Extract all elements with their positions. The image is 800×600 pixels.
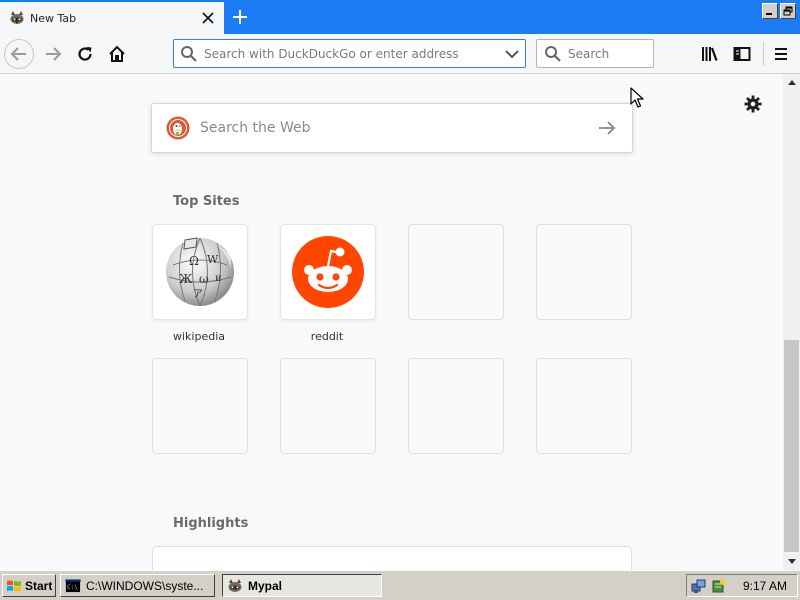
top-sites-heading: Top Sites xyxy=(173,194,240,209)
svg-text:и: и xyxy=(215,273,222,284)
taskbar-item-mypal[interactable]: Mypal xyxy=(222,574,382,597)
top-site-tile-reddit[interactable] xyxy=(280,224,376,320)
navigation-toolbar xyxy=(0,34,800,74)
taskbar: Start C:\ C:\WINDOWS\syste... Mypal 9:17 xyxy=(0,570,800,600)
windows-logo-icon xyxy=(7,580,21,591)
system-tray: 9:17 AM xyxy=(686,574,798,597)
mypal-raccoon-icon xyxy=(228,578,242,592)
taskbar-item-label: C:\WINDOWS\syste... xyxy=(86,578,204,593)
svg-text:ω: ω xyxy=(199,272,209,286)
network-icon[interactable] xyxy=(691,578,707,594)
toolbar-divider xyxy=(763,42,764,66)
title-bar: New Tab xyxy=(0,0,800,34)
url-dropdown-button[interactable] xyxy=(499,40,525,67)
svg-text:Ω: Ω xyxy=(189,254,199,268)
chevron-down-icon xyxy=(505,49,519,58)
url-input[interactable] xyxy=(204,46,499,61)
back-icon xyxy=(10,47,26,61)
triangle-up-icon xyxy=(787,80,796,85)
svg-text:ア: ア xyxy=(193,289,203,300)
triangle-down-icon xyxy=(787,559,796,564)
svg-text:Ж: Ж xyxy=(179,272,193,286)
restore-button[interactable] xyxy=(780,3,796,19)
page-scrollbar[interactable] xyxy=(783,74,800,570)
top-site-label: wikipedia xyxy=(172,330,225,343)
scroll-up-button[interactable] xyxy=(783,74,800,91)
web-search-input[interactable] xyxy=(200,120,590,136)
menu-icon xyxy=(775,48,787,60)
search-input[interactable] xyxy=(568,46,653,61)
restore-icon xyxy=(783,6,793,16)
taskbar-item-label: Mypal xyxy=(248,578,283,593)
top-site-tile-wikipedia[interactable]: Ω W Ж ω и ア xyxy=(152,224,248,320)
top-site-tile-empty[interactable] xyxy=(536,358,632,454)
search-submit-button[interactable] xyxy=(590,111,624,145)
scroll-down-button[interactable] xyxy=(783,553,800,570)
home-button[interactable] xyxy=(102,39,132,69)
reddit-alien-icon xyxy=(292,236,364,308)
library-button[interactable] xyxy=(697,41,723,67)
forward-icon xyxy=(46,47,62,61)
forward-button[interactable] xyxy=(38,39,68,69)
plus-icon xyxy=(233,10,247,24)
scrollbar-thumb[interactable] xyxy=(784,340,799,552)
url-bar[interactable] xyxy=(173,39,526,68)
top-site-tile-empty[interactable] xyxy=(408,358,504,454)
clock: 9:17 AM xyxy=(742,578,787,593)
svg-text:C:\: C:\ xyxy=(67,584,78,591)
back-button[interactable] xyxy=(4,39,34,69)
arrow-right-icon xyxy=(599,121,616,135)
library-icon xyxy=(702,47,718,61)
top-site-label: reddit xyxy=(310,330,344,343)
menu-button[interactable] xyxy=(768,41,794,67)
window-controls xyxy=(762,3,796,19)
svg-text:W: W xyxy=(207,253,219,266)
top-site-tile-empty[interactable] xyxy=(536,224,632,320)
wikipedia-globe-icon: Ω W Ж ω и ア xyxy=(166,237,234,307)
sidebar-button[interactable] xyxy=(729,41,755,67)
top-site-tile-empty[interactable] xyxy=(280,358,376,454)
new-tab-button[interactable] xyxy=(228,5,252,29)
search-icon xyxy=(181,45,197,62)
reload-button[interactable] xyxy=(70,39,100,69)
home-icon xyxy=(109,45,125,62)
volume-icon[interactable] xyxy=(711,578,727,594)
gear-icon[interactable] xyxy=(743,94,763,114)
tab-label: New Tab xyxy=(30,11,77,25)
sidebar-icon xyxy=(733,47,751,61)
start-label: Start xyxy=(25,578,53,593)
duckduckgo-logo-icon xyxy=(166,116,190,140)
highlight-card[interactable] xyxy=(152,546,632,570)
top-site-tile-empty[interactable] xyxy=(408,224,504,320)
search-icon xyxy=(545,45,561,62)
close-icon[interactable] xyxy=(198,8,218,28)
tab-new-tab[interactable]: New Tab xyxy=(0,0,224,34)
highlights-heading: Highlights xyxy=(173,516,249,531)
reload-icon xyxy=(78,47,92,61)
web-search-box[interactable] xyxy=(151,103,633,153)
minimize-icon xyxy=(766,13,772,15)
taskbar-item-cmd[interactable]: C:\ C:\WINDOWS\syste... xyxy=(60,574,215,597)
mouse-cursor-icon xyxy=(630,87,644,108)
mypal-raccoon-icon xyxy=(10,11,24,24)
search-bar[interactable] xyxy=(536,39,654,68)
start-button[interactable]: Start xyxy=(2,574,56,597)
top-site-tile-empty[interactable] xyxy=(152,358,248,454)
cmd-icon: C:\ xyxy=(65,578,81,593)
minimize-button[interactable] xyxy=(762,3,778,19)
new-tab-page: Top Sites Ω W Ж ω и ア wikipedia xyxy=(0,74,783,570)
